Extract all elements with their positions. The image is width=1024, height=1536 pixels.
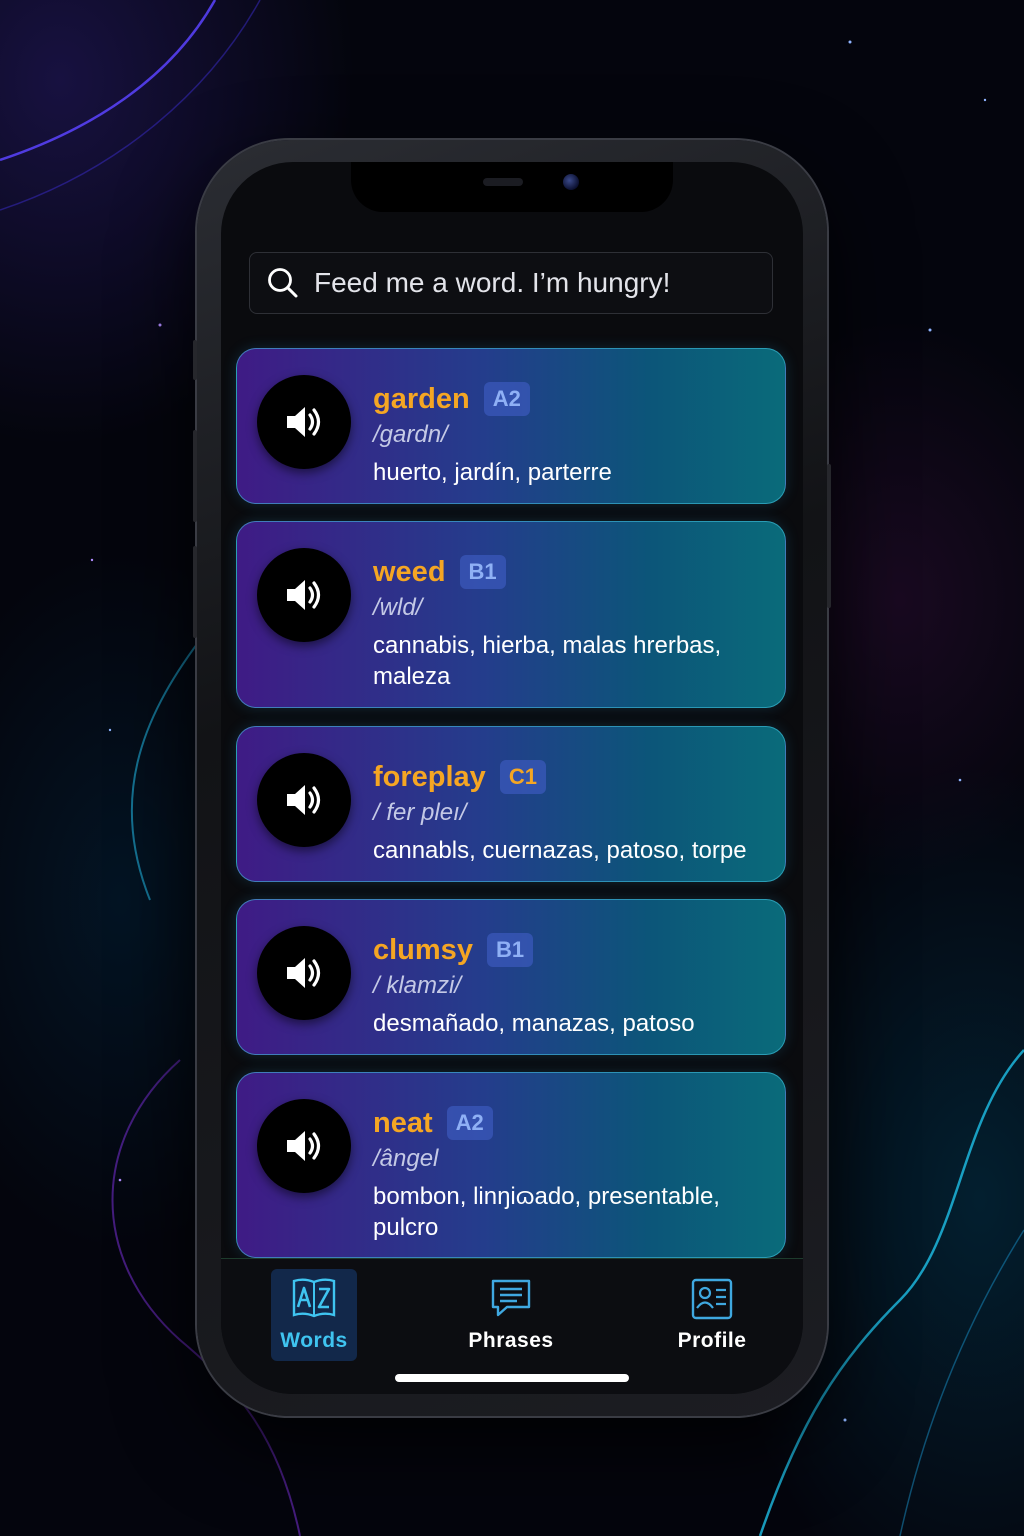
level-badge: A2	[483, 382, 530, 416]
tab-label: Words	[280, 1329, 348, 1352]
chat-bubble-icon	[491, 1279, 531, 1317]
level-badge: C1	[499, 760, 546, 794]
word-card[interactable]: foreplay C1 / fer pleı/ cannabls, cuerna…	[236, 726, 786, 882]
phonetic-transcription: /ângel	[373, 1145, 439, 1172]
phone-frame: garden A2 /gardn/ huerto, jardín, parter…	[193, 140, 831, 1416]
level-badge: B1	[486, 933, 534, 967]
phonetic-transcription: / fer pleı/	[373, 799, 467, 826]
phonetic-transcription: /gardn/	[373, 421, 448, 448]
volume-down-button	[193, 546, 197, 638]
translations: huerto, jardín, parterre	[373, 459, 612, 486]
word-card[interactable]: neat A2 /ângel bombon, linŋiɷado, presen…	[236, 1072, 786, 1258]
search-icon	[268, 268, 298, 298]
search-input[interactable]	[312, 266, 772, 300]
speaker-icon	[287, 580, 321, 610]
word-text: neat	[373, 1106, 433, 1139]
level-badge: A2	[446, 1106, 493, 1140]
front-camera	[563, 174, 579, 190]
word-text: garden	[373, 382, 470, 415]
power-button	[827, 464, 831, 608]
tab-words[interactable]: Words	[271, 1269, 357, 1361]
search-bar[interactable]	[249, 252, 773, 314]
tab-label: Profile	[677, 1329, 747, 1352]
id-card-icon	[691, 1278, 733, 1320]
speaker-icon	[287, 785, 321, 815]
play-audio-button[interactable]	[257, 375, 351, 469]
speaker-icon	[287, 958, 321, 988]
notch	[351, 162, 673, 212]
translations: bombon, linŋiɷado, presentable, pulcro	[373, 1183, 720, 1241]
tab-phrases[interactable]: Phrases	[468, 1269, 554, 1361]
word-text: clumsy	[373, 933, 473, 966]
speaker-icon	[287, 1131, 321, 1161]
volume-up-button	[193, 430, 197, 522]
play-audio-button[interactable]	[257, 548, 351, 642]
speaker-icon	[287, 407, 321, 437]
play-audio-button[interactable]	[257, 753, 351, 847]
tab-label: Phrases	[468, 1329, 554, 1352]
play-audio-button[interactable]	[257, 926, 351, 1020]
level-badge: B1	[459, 555, 506, 589]
word-text: weed	[373, 555, 446, 588]
az-dictionary-icon	[292, 1278, 336, 1318]
word-card[interactable]: weed B1 /wld/ cannabis, hierba, malas hr…	[236, 521, 786, 708]
earpiece-speaker	[483, 178, 523, 186]
play-audio-button[interactable]	[257, 1099, 351, 1193]
translations: desmañado, manazas, patoso	[373, 1010, 695, 1037]
word-text: foreplay	[373, 760, 486, 793]
word-card[interactable]: clumsy B1 / klamzi/ desmañado, manazas, …	[236, 899, 786, 1055]
tab-profile[interactable]: Profile	[669, 1269, 755, 1361]
translations: cannabis, hierba, malas hrerbas, maleza	[373, 632, 722, 690]
word-card[interactable]: garden A2 /gardn/ huerto, jardín, parter…	[236, 348, 786, 504]
screen: garden A2 /gardn/ huerto, jardín, parter…	[221, 162, 803, 1394]
home-indicator[interactable]	[395, 1374, 629, 1382]
mute-switch	[193, 340, 197, 380]
phonetic-transcription: /wld/	[373, 594, 423, 621]
translations: cannabls, cuernazas, patoso, torpe	[373, 837, 747, 864]
phonetic-transcription: / klamzi/	[373, 972, 462, 999]
